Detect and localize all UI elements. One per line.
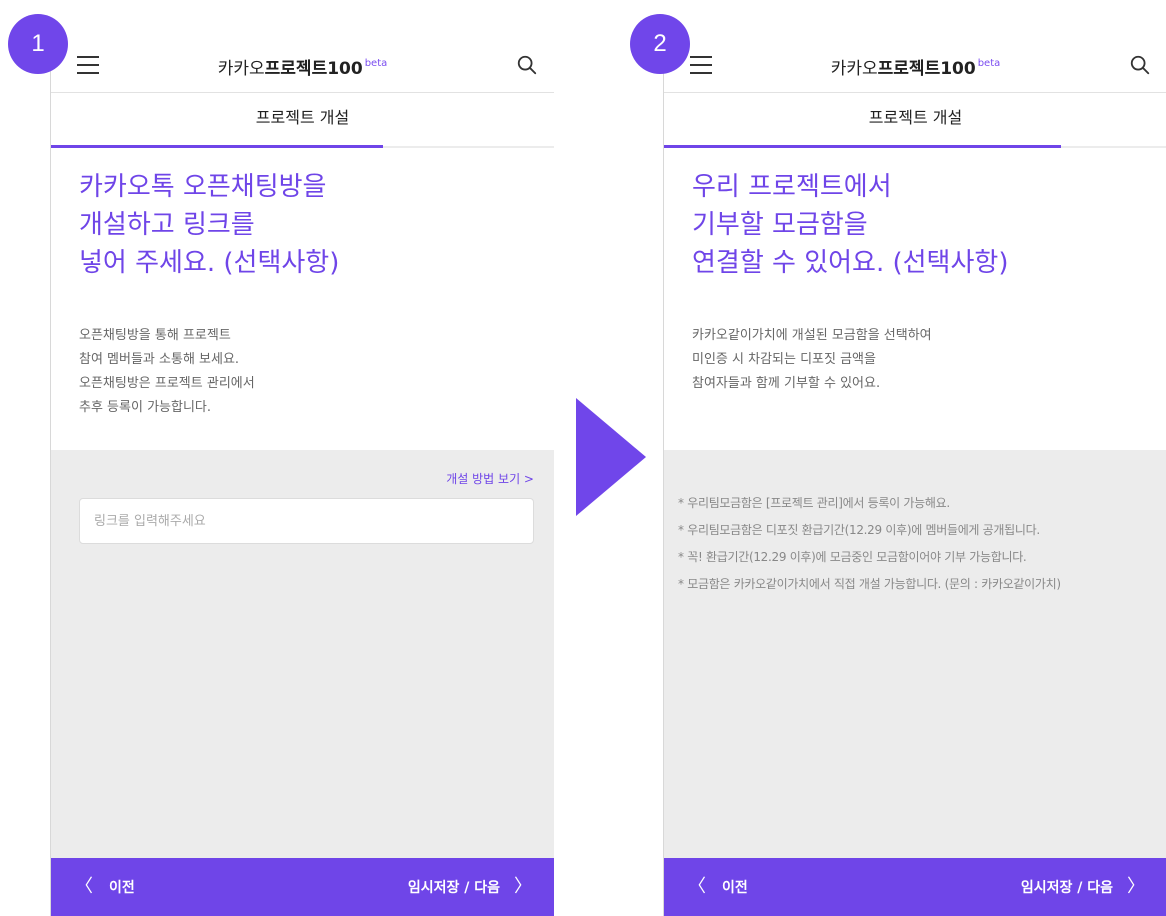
step-title: 우리 프로젝트에서 기부할 모금함을 연결할 수 있어요. (선택사항): [692, 172, 1009, 278]
note-item: * 우리팀모금함은 디포짓 환급기간(12.29 이후)에 멤버들에게 공개됩니…: [678, 523, 1040, 537]
open-chat-link-input[interactable]: [79, 498, 534, 544]
note-item: * 꼭! 환급기간(12.29 이후)에 모금중인 모금함이어야 기부 가능합니…: [678, 550, 1027, 564]
chevron-left-icon: 〈: [75, 876, 93, 897]
step-number-badge: 1: [8, 14, 68, 74]
step-number-badge: 2: [630, 14, 690, 74]
screen-1-open-chat-link: 카카오프로젝트100 beta 프로젝트 개설 카카오톡 오픈채팅방을 개설하고 …: [50, 40, 554, 916]
step-description: 카카오같이가치에 개설된 모금함을 선택하여 미인증 시 차감되는 디포짓 금액…: [692, 328, 932, 391]
step-title: 카카오톡 오픈채팅방을 개설하고 링크를 넣어 주세요. (선택사항): [79, 172, 340, 278]
page-subtitle: 프로젝트 개설: [664, 93, 1166, 147]
save-next-button[interactable]: 임시저장 / 다음 〉: [408, 858, 532, 916]
note-item: * 우리팀모금함은 [프로젝트 관리]에서 등록이 가능해요.: [678, 496, 950, 510]
donation-notes-list: * 우리팀모금함은 [프로젝트 관리]에서 등록이 가능해요. * 우리팀모금함…: [678, 490, 1158, 598]
page-subtitle: 프로젝트 개설: [51, 93, 554, 147]
note-item: * 모금함은 카카오같이가치에서 직접 개설 가능합니다. (문의 : 카카오같…: [678, 577, 1061, 591]
search-icon[interactable]: [516, 54, 538, 76]
screen-2-donation-box: 카카오프로젝트100 beta 프로젝트 개설 우리 프로젝트에서 기부할 모금함…: [663, 40, 1166, 916]
search-icon[interactable]: [1129, 54, 1151, 76]
step-description: 오픈채팅방을 통해 프로젝트 참여 멤버들과 소통해 보세요. 오픈채팅방은 프…: [79, 328, 255, 415]
how-to-open-link[interactable]: 개설 방법 보기 >: [446, 470, 534, 487]
chevron-right-icon: 〉: [1127, 876, 1145, 897]
app-header: 카카오프로젝트100 beta: [51, 40, 554, 93]
brand-logo: 카카오프로젝트100 beta: [830, 58, 1001, 79]
brand-logo: 카카오프로젝트100 beta: [217, 58, 388, 79]
chevron-right-icon: 〉: [514, 876, 532, 897]
app-header: 카카오프로젝트100 beta: [664, 40, 1166, 93]
previous-button[interactable]: 〈 이전: [688, 858, 748, 916]
bottom-nav-bar: 〈 이전 임시저장 / 다음 〉: [664, 858, 1166, 916]
save-next-button[interactable]: 임시저장 / 다음 〉: [1021, 858, 1145, 916]
intro-section: 우리 프로젝트에서 기부할 모금함을 연결할 수 있어요. (선택사항) 카카오…: [664, 148, 1166, 450]
chevron-left-icon: 〈: [688, 876, 706, 897]
intro-section: 카카오톡 오픈채팅방을 개설하고 링크를 넣어 주세요. (선택사항) 오픈채팅…: [51, 148, 554, 450]
previous-button[interactable]: 〈 이전: [75, 858, 135, 916]
bottom-nav-bar: 〈 이전 임시저장 / 다음 〉: [51, 858, 554, 916]
flow-arrow-icon: [576, 398, 646, 516]
